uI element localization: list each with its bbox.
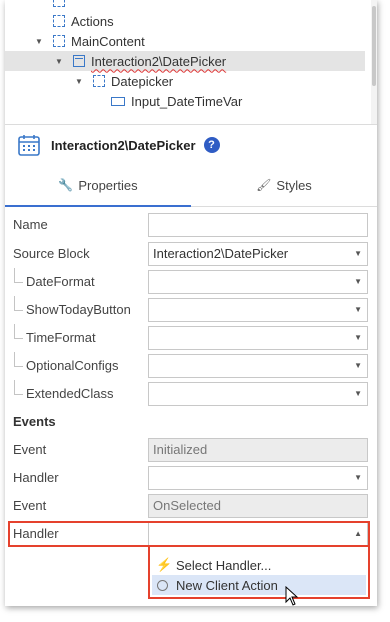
tree-item-datepicker[interactable]: ▼ Datepicker bbox=[5, 71, 365, 91]
chevron-down-icon: ▼ bbox=[354, 305, 362, 314]
placeholder-icon bbox=[93, 75, 105, 87]
handler-row-1: Handler ▼ bbox=[5, 464, 377, 492]
tab-label: Styles bbox=[276, 177, 312, 193]
param-row-optionalconfigs: OptionalConfigs ▼ bbox=[5, 352, 377, 380]
tab-label: Properties bbox=[78, 177, 138, 193]
placeholder-icon bbox=[53, 35, 65, 47]
event-value-initialized: Initialized bbox=[148, 438, 368, 462]
lightning-icon: ⚡ bbox=[156, 557, 173, 572]
tree-item-partial[interactable] bbox=[5, 0, 365, 11]
tree-item-input[interactable]: Input_DateTimeVar bbox=[5, 91, 365, 111]
handler-dropdown-menu: ⚡ Select Handler... New Client Action bbox=[148, 545, 370, 599]
event-row-2: Event OnSelected bbox=[5, 492, 377, 520]
param-dateformat-input[interactable]: ▼ bbox=[148, 270, 368, 294]
placeholder-icon bbox=[53, 0, 65, 7]
event-row-1: Event Initialized bbox=[5, 436, 377, 464]
menu-item-label: New Client Action bbox=[176, 577, 278, 593]
page-title: Interaction2\DatePicker bbox=[51, 137, 196, 153]
tree-connector bbox=[14, 380, 23, 395]
event-label: Event bbox=[13, 498, 47, 513]
event-label: Event bbox=[13, 442, 47, 457]
highlight-outline bbox=[8, 521, 370, 547]
tree-item-maincontent[interactable]: ▼ MainContent bbox=[5, 31, 365, 51]
input-icon bbox=[111, 96, 125, 106]
wrench-icon: 🔧 bbox=[58, 178, 74, 192]
properties-header: Interaction2\DatePicker ? bbox=[5, 124, 377, 165]
chevron-down-icon[interactable]: ▼ bbox=[33, 37, 45, 46]
tree-connector bbox=[14, 324, 23, 339]
chevron-down-icon: ▼ bbox=[354, 389, 362, 398]
source-block-row: Source Block Interaction2\DatePicker ▼ bbox=[5, 240, 377, 268]
param-row-dateformat: DateFormat ▼ bbox=[5, 268, 377, 296]
menu-item-new-client-action[interactable]: New Client Action bbox=[152, 575, 366, 595]
mouse-cursor-icon bbox=[285, 586, 299, 606]
event-value-onselected: OnSelected bbox=[148, 494, 368, 518]
properties-panel: Actions ▼ MainContent ▼ Interaction2\Dat… bbox=[5, 0, 377, 606]
menu-item-label: Select Handler... bbox=[176, 557, 272, 573]
param-label: ShowTodayButton bbox=[26, 302, 131, 317]
source-block-value: Interaction2\DatePicker bbox=[153, 246, 289, 261]
tree-connector bbox=[14, 268, 23, 283]
param-label: DateFormat bbox=[26, 274, 95, 289]
chevron-down-icon[interactable]: ▼ bbox=[53, 57, 65, 66]
param-row-timeformat: TimeFormat ▼ bbox=[5, 324, 377, 352]
chevron-down-icon: ▼ bbox=[354, 249, 362, 258]
help-icon[interactable]: ? bbox=[203, 137, 220, 153]
tree-item-label: Interaction2\DatePicker bbox=[91, 53, 227, 69]
tree-item-actions[interactable]: Actions bbox=[5, 11, 365, 31]
events-section-title: Events bbox=[13, 414, 56, 429]
menu-item-select-handler[interactable]: ⚡ Select Handler... bbox=[152, 555, 366, 575]
param-timeformat-input[interactable]: ▼ bbox=[148, 326, 368, 350]
param-label: OptionalConfigs bbox=[26, 358, 119, 373]
param-label: ExtendedClass bbox=[26, 386, 114, 401]
param-row-extendedclass: ExtendedClass ▼ bbox=[5, 380, 377, 408]
calendar-icon bbox=[73, 55, 85, 67]
placeholder-icon bbox=[53, 15, 65, 27]
brush-icon: 🖌 bbox=[256, 178, 272, 192]
tree-item-label: Actions bbox=[71, 13, 114, 29]
tree-item-label: Input_DateTimeVar bbox=[131, 93, 243, 109]
handler-label: Handler bbox=[13, 470, 59, 485]
tree-scrollbar[interactable] bbox=[371, 0, 377, 124]
chevron-down-icon: ▼ bbox=[354, 473, 362, 482]
chevron-down-icon: ▼ bbox=[354, 277, 362, 286]
widget-tree: Actions ▼ MainContent ▼ Interaction2\Dat… bbox=[5, 0, 377, 124]
handler-select-1[interactable]: ▼ bbox=[148, 466, 368, 490]
param-label: TimeFormat bbox=[26, 330, 96, 345]
tree-item-datepicker-block[interactable]: ▼ Interaction2\DatePicker bbox=[5, 51, 365, 71]
source-block-label: Source Block bbox=[13, 246, 90, 261]
name-label: Name bbox=[13, 217, 48, 232]
param-row-showtodaybutton: ShowTodayButton ▼ bbox=[5, 296, 377, 324]
tree-item-label: MainContent bbox=[71, 33, 145, 49]
tree-connector bbox=[14, 352, 23, 367]
tree-item-label: Datepicker bbox=[111, 73, 174, 89]
chevron-down-icon[interactable]: ▼ bbox=[73, 77, 85, 86]
tab-styles[interactable]: 🖌 Styles bbox=[191, 164, 377, 206]
param-showtodaybutton-input[interactable]: ▼ bbox=[148, 298, 368, 322]
chevron-down-icon: ▼ bbox=[354, 333, 362, 342]
name-row: Name bbox=[5, 211, 377, 239]
param-extendedclass-input[interactable]: ▼ bbox=[148, 382, 368, 406]
param-optionalconfigs-input[interactable]: ▼ bbox=[148, 354, 368, 378]
scrollbar-thumb[interactable] bbox=[372, 6, 376, 86]
name-field[interactable] bbox=[148, 213, 368, 237]
source-block-select[interactable]: Interaction2\DatePicker ▼ bbox=[148, 242, 368, 266]
tab-bar: 🔧 Properties 🖌 Styles bbox=[5, 164, 377, 207]
chevron-down-icon: ▼ bbox=[354, 361, 362, 370]
circle-icon bbox=[157, 579, 168, 591]
tree-connector bbox=[14, 296, 23, 311]
calendar-icon bbox=[18, 135, 40, 156]
tab-properties[interactable]: 🔧 Properties bbox=[5, 164, 191, 207]
